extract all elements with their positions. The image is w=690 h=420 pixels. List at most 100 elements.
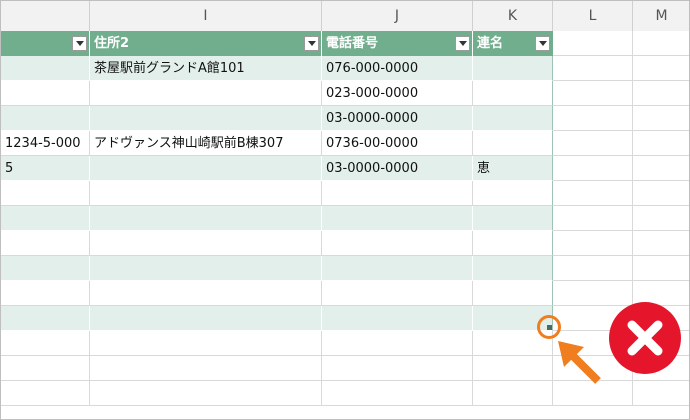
table-row (1, 206, 689, 231)
cell-l[interactable] (553, 181, 633, 206)
cell-m[interactable] (633, 131, 689, 156)
header-label: 電話番号 (326, 36, 379, 51)
cell-m[interactable] (633, 181, 689, 206)
cell-h[interactable] (1, 181, 90, 206)
cell-address2[interactable] (90, 156, 322, 181)
filter-dropdown-icon[interactable] (304, 36, 319, 51)
arrow-pointer-icon (558, 341, 601, 384)
cell-address2[interactable] (90, 206, 322, 231)
column-header-j[interactable]: J (322, 1, 473, 31)
column-header-m[interactable]: M (633, 1, 689, 31)
cell-address2[interactable] (90, 306, 322, 331)
header-cell-phone[interactable]: 電話番号 (322, 31, 473, 56)
cell-phone[interactable] (322, 206, 473, 231)
cell-h[interactable] (1, 106, 90, 131)
cell-m[interactable] (633, 156, 689, 181)
cell-joint-name[interactable] (473, 106, 553, 131)
cell-i[interactable] (90, 381, 322, 406)
column-header-k[interactable]: K (473, 1, 553, 31)
cell-joint-name[interactable] (473, 181, 553, 206)
cell-j[interactable] (322, 381, 473, 406)
cell-address2[interactable] (90, 281, 322, 306)
cell-m[interactable] (633, 106, 689, 131)
table-row: 5 03-0000-0000 恵 (1, 156, 689, 181)
cell-l[interactable] (553, 231, 633, 256)
cell-k[interactable] (473, 356, 553, 381)
cell-i[interactable] (90, 331, 322, 356)
column-header-i[interactable]: I (90, 1, 322, 31)
cell-joint-name[interactable] (473, 206, 553, 231)
cell-phone[interactable] (322, 231, 473, 256)
cell-h[interactable] (1, 256, 90, 281)
cell-l[interactable] (553, 256, 633, 281)
table-row (1, 281, 689, 306)
cell-l[interactable] (553, 131, 633, 156)
cell-joint-name[interactable] (473, 56, 553, 81)
table-row (1, 231, 689, 256)
cell-joint-name[interactable] (473, 81, 553, 106)
column-header-l[interactable]: L (553, 1, 633, 31)
cell-l[interactable] (553, 56, 633, 81)
cell-k[interactable] (473, 381, 553, 406)
cell-joint-name[interactable] (473, 256, 553, 281)
cell-phone[interactable] (322, 181, 473, 206)
cell-address2[interactable] (90, 256, 322, 281)
cell-h[interactable] (1, 281, 90, 306)
cell-joint-name[interactable] (473, 131, 553, 156)
cell-h[interactable] (1, 331, 90, 356)
cell-h[interactable] (1, 206, 90, 231)
cell-m[interactable] (633, 31, 689, 56)
column-header-h-partial[interactable] (1, 1, 90, 31)
cell-i[interactable] (90, 356, 322, 381)
highlight-circle (537, 315, 561, 339)
cell-address2[interactable] (90, 231, 322, 256)
cell-phone[interactable] (322, 256, 473, 281)
cell-h[interactable] (1, 356, 90, 381)
filter-dropdown-icon[interactable] (535, 36, 550, 51)
cell-l[interactable] (553, 156, 633, 181)
cell-h[interactable] (1, 56, 90, 81)
table-row: 03-0000-0000 (1, 106, 689, 131)
cell-address2[interactable] (90, 81, 322, 106)
cell-m[interactable] (633, 231, 689, 256)
cell-m[interactable] (633, 81, 689, 106)
cell-phone[interactable] (322, 281, 473, 306)
cell-phone[interactable]: 0736-00-0000 (322, 131, 473, 156)
cell-h[interactable] (1, 231, 90, 256)
cell-m[interactable] (633, 381, 689, 406)
cell-address2[interactable] (90, 106, 322, 131)
cell-h[interactable] (1, 81, 90, 106)
table-row: 茶屋駅前グランドA館101 076-000-0000 (1, 56, 689, 81)
cell-l[interactable] (553, 106, 633, 131)
cell-phone[interactable]: 076-000-0000 (322, 56, 473, 81)
cell-h[interactable]: 1234-5-000 (1, 131, 90, 156)
cell-m[interactable] (633, 256, 689, 281)
filter-dropdown-icon[interactable] (72, 36, 87, 51)
cell-address2[interactable] (90, 181, 322, 206)
header-cell-joint-name[interactable]: 連名 (473, 31, 553, 56)
cell-phone[interactable]: 03-0000-0000 (322, 106, 473, 131)
filter-dropdown-icon[interactable] (455, 36, 470, 51)
cell-address2[interactable]: アドヴァンス神山崎駅前B棟307 (90, 131, 322, 156)
header-cell-address2[interactable]: 住所2 (90, 31, 322, 56)
cell-phone[interactable]: 023-000-0000 (322, 81, 473, 106)
cell-joint-name[interactable] (473, 281, 553, 306)
cell-h[interactable]: 5 (1, 156, 90, 181)
cell-joint-name[interactable] (473, 231, 553, 256)
cell-h[interactable] (1, 381, 90, 406)
cell-h[interactable] (1, 306, 90, 331)
cell-j[interactable] (322, 331, 473, 356)
cell-address2[interactable]: 茶屋駅前グランドA館101 (90, 56, 322, 81)
cell-m[interactable] (633, 56, 689, 81)
cell-j[interactable] (322, 356, 473, 381)
cell-l[interactable] (553, 206, 633, 231)
table-row: 023-000-0000 (1, 81, 689, 106)
cell-l[interactable] (553, 81, 633, 106)
cell-phone[interactable] (322, 306, 473, 331)
cell-m[interactable] (633, 206, 689, 231)
cell-joint-name[interactable]: 恵 (473, 156, 553, 181)
cell-phone[interactable]: 03-0000-0000 (322, 156, 473, 181)
header-label: 住所2 (94, 36, 130, 51)
cell-l[interactable] (553, 31, 633, 56)
header-cell-h[interactable] (1, 31, 90, 56)
